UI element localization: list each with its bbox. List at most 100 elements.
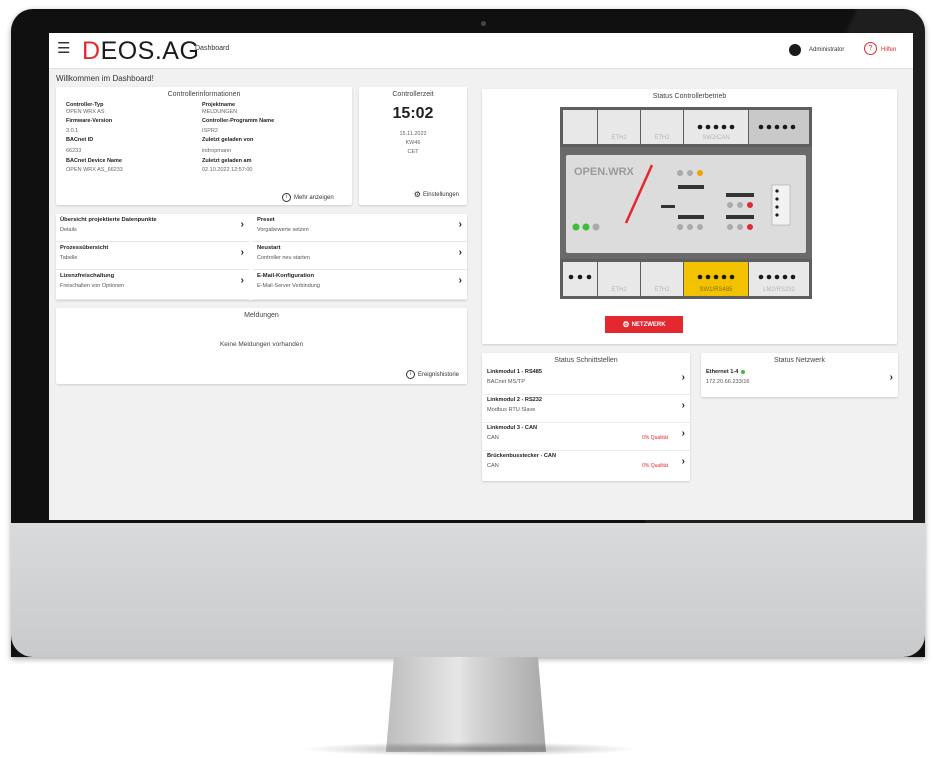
status-network-title: Status Netzwerk (774, 357, 825, 364)
status-controller-card: Status Controllerbetrieb ETH1 ETH2 SW2/C… (482, 89, 897, 344)
event-history-link[interactable]: i Ereignishistorie (405, 370, 459, 379)
chevron-right-icon: › (681, 372, 685, 383)
field-value: OPEN WRX AS (66, 109, 105, 115)
chevron-right-icon: › (889, 372, 893, 383)
monitor-stand (386, 657, 546, 752)
interface-title: Linkmodul 2 - RS232 (487, 397, 543, 403)
nav-item-title: E-Mail-Konfiguration (257, 273, 314, 279)
field-label: Firmware-Version (66, 118, 113, 124)
field-value: 66233 (66, 148, 82, 154)
clock-timezone: CET (407, 149, 419, 155)
status-interfaces-title: Status Schnittstellen (554, 357, 618, 364)
interface-row[interactable]: Linkmodul 3 - CAN CAN 0% Qualität › (482, 423, 690, 451)
screen: ☰ DEOS.AG Dashboard Administrator ? Hilf… (49, 33, 913, 520)
event-history-label: Ereignishistorie (417, 372, 459, 379)
help-icon[interactable]: ? (864, 42, 877, 55)
field-value: indropmann (202, 148, 232, 154)
user-avatar-icon[interactable] (789, 44, 801, 56)
messages-empty: Keine Meldungen vorhanden (219, 341, 304, 348)
interface-row[interactable]: Brückenbusstecker - CAN CAN 0% Qualität … (482, 451, 690, 480)
network-row-title: Ethernet 1-4 (706, 369, 746, 375)
nav-item-sub: Details (60, 227, 77, 233)
status-controller-title: Status Controllerbetrieb (652, 93, 727, 100)
chevron-right-icon: › (240, 247, 244, 258)
controller-info-card: Controllerinformationen Controller-Typ O… (56, 87, 352, 205)
interface-quality: 0% Qualität (642, 463, 668, 469)
chevron-right-icon: › (681, 400, 685, 411)
info-icon: i (405, 370, 415, 379)
controller-info-title: Controllerinformationen (167, 91, 241, 98)
top-bar: ☰ DEOS.AG Dashboard Administrator ? Hilf… (49, 33, 913, 69)
field-label: Zuletzt geladen am (202, 158, 252, 164)
controller-time-card: Controllerzeit 15:02 15.11.2022 KW46 CET… (359, 87, 467, 205)
field-label: BACnet Device Name (66, 158, 122, 164)
show-more-label: Mehr anzeigen (294, 195, 334, 202)
field-value: 3.0.1 (66, 128, 79, 134)
help-link[interactable]: Hilfen (881, 47, 896, 53)
port-label: ETH1 (611, 287, 627, 293)
interface-sub: CAN (487, 463, 499, 469)
stand-shadow (300, 742, 640, 756)
nav-item-sub: Controller neu starten (257, 255, 310, 261)
deos-logo[interactable]: DEOS.AG (82, 37, 199, 66)
nav-grid: Übersicht projektierte Datenpunkte Detai… (56, 214, 467, 300)
interface-row[interactable]: Linkmodul 2 - RS232 Modbus RTU Slave › (482, 395, 690, 423)
gear-icon: ⚙ (413, 190, 421, 199)
nav-item-email[interactable]: E-Mail-Konfiguration E-Mail-Server Verbi… (253, 270, 467, 300)
nav-item-title: Neustart (257, 245, 281, 251)
interface-sub: BACnet MS/TP (487, 379, 525, 385)
port-label: ETH1 (611, 135, 627, 141)
interface-row[interactable]: Linkmodul 1 - RS485 BACnet MS/TP › (482, 367, 690, 395)
time-settings-link[interactable]: ⚙ Einstellungen (414, 190, 459, 199)
field-label: Zuletzt geladen von (202, 137, 254, 143)
nav-item-sub: Tabelle (60, 255, 78, 261)
chevron-right-icon: › (458, 275, 462, 286)
monitor-chin (11, 523, 925, 657)
controller-time-title: Controllerzeit (392, 91, 434, 98)
nav-item-title: Übersicht projektierte Datenpunkte (60, 217, 157, 223)
show-more-link[interactable]: i Mehr anzeigen (282, 193, 334, 202)
network-button-label: NETZWERK (631, 322, 666, 328)
menu-icon[interactable]: ☰ (57, 41, 71, 56)
nav-item-datapoints[interactable]: Übersicht projektierte Datenpunkte Detai… (56, 214, 249, 242)
network-row-value: 172.20.66.233/16 (706, 379, 750, 385)
breadcrumb[interactable]: Dashboard (195, 45, 229, 52)
nav-item-license[interactable]: Lizenzfreischaltung Freischalten von Opt… (56, 270, 249, 300)
webcam-icon (481, 21, 486, 26)
clock-time: 15:02 (392, 105, 434, 122)
clock-week: KW46 (405, 140, 421, 146)
device-name: OPEN.WRX (574, 166, 635, 178)
nav-item-sub: E-Mail-Server Verbindung (257, 283, 320, 289)
field-label: Controller-Programm Name (202, 118, 275, 124)
controller-device-illustration: ETH1 ETH2 SW2/CAN OPEN.WRX ETH1 ETH2 SW1… (560, 107, 812, 299)
clock-date: 15.11.2022 (399, 131, 427, 137)
port-label: ETH2 (654, 135, 670, 141)
field-label: BACnet ID (66, 137, 94, 143)
chevron-right-icon: › (681, 428, 685, 439)
port-label: SW2/CAN (702, 135, 729, 141)
interface-title: Brückenbusstecker - CAN (487, 453, 557, 459)
network-row[interactable]: Ethernet 1-4 172.20.66.233/16 › (701, 367, 898, 395)
status-ok-icon (741, 369, 746, 374)
gear-icon: ⚙ (622, 320, 630, 329)
nav-item-sub: Vorgabewerte setzen (257, 227, 309, 233)
chevron-right-icon: › (681, 456, 685, 467)
field-value: 02.10.2022 12:57:00 (202, 167, 253, 173)
interface-sub: CAN (487, 435, 499, 441)
nav-item-title: Prozessübersicht (60, 245, 109, 251)
interface-quality: 0% Qualität (642, 435, 668, 441)
field-value: MELDUNGEN (202, 109, 238, 115)
nav-item-preset[interactable]: Preset Vorgabewerte setzen › (253, 214, 467, 242)
nav-item-restart[interactable]: Neustart Controller neu starten › (253, 242, 467, 270)
status-network-card: Status Netzwerk Ethernet 1-4 172.20.66.2… (701, 353, 898, 397)
nav-item-process[interactable]: Prozessübersicht Tabelle › (56, 242, 249, 270)
info-icon: i (282, 193, 291, 202)
user-name[interactable]: Administrator (809, 47, 844, 53)
network-button[interactable]: ⚙ NETZWERK (605, 316, 683, 333)
field-value: ISPR2 (202, 128, 218, 134)
nav-item-sub: Freischalten von Optionen (60, 283, 125, 289)
messages-title: Meldungen (244, 312, 279, 319)
welcome-text: Willkommen im Dashboard! (56, 74, 154, 83)
port-label: SW1/RS485 (699, 287, 733, 293)
nav-item-title: Preset (257, 217, 275, 223)
